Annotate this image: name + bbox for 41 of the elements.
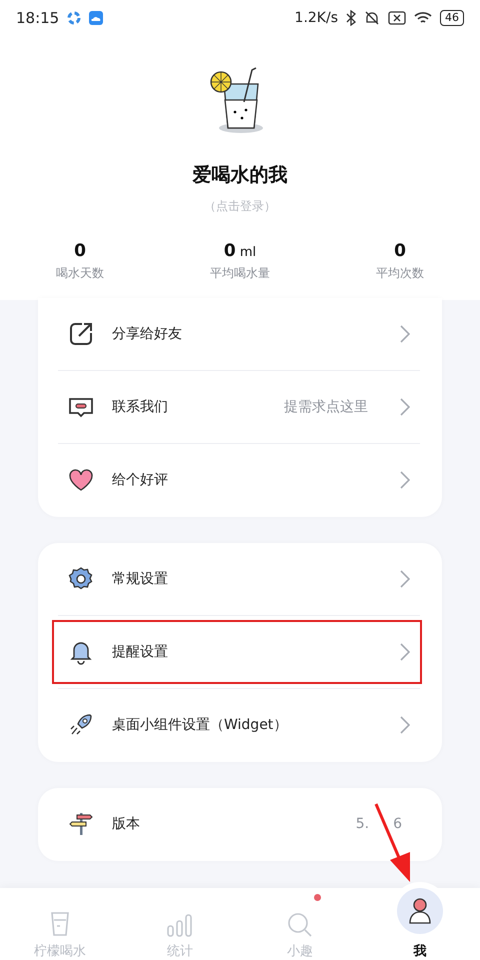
stat-label: 平均喝水量 (210, 265, 270, 282)
menu-row[interactable]: 常规设置 (58, 543, 420, 616)
menu-row[interactable]: 联系我们 提需求点这里 (58, 371, 420, 444)
search-icon (287, 912, 313, 938)
bar-chart-icon (166, 912, 194, 938)
app-icon (67, 11, 82, 25)
bluetooth-icon (346, 10, 356, 26)
menu-value: 提需求点这里 (284, 398, 368, 416)
stat-label: 喝水天数 (56, 265, 104, 282)
stat-value: 0 (394, 241, 406, 261)
nav-tab[interactable]: 我 (360, 888, 480, 960)
heart-icon (68, 467, 94, 493)
gear-icon (68, 566, 94, 592)
menu-label: 版本 (112, 815, 140, 833)
menu-value-tail: 6 (393, 816, 402, 832)
weather-icon (89, 11, 104, 25)
muted-bell-icon (364, 10, 380, 26)
menu-row[interactable]: 给个好评 (58, 444, 420, 517)
menu-row[interactable]: 桌面小组件设置（Widget） (58, 689, 420, 762)
stat-value: 0 ml (224, 241, 256, 261)
network-speed: 1.2K/s (294, 10, 338, 26)
menu-label: 桌面小组件设置（Widget） (112, 716, 288, 734)
share-icon (68, 321, 94, 347)
menu-label: 给个好评 (112, 471, 168, 489)
menu-label: 联系我们 (112, 398, 168, 416)
menu-label: 提醒设置 (112, 643, 168, 661)
menu-row[interactable]: 分享给好友 (58, 298, 420, 371)
signpost-icon (68, 811, 94, 837)
menu-value: 5. (356, 816, 370, 832)
menu-label: 分享给好友 (112, 325, 182, 343)
stat-label: 平均次数 (376, 265, 424, 282)
menu-row[interactable]: 提醒设置 (58, 616, 420, 689)
wifi-icon (414, 11, 432, 25)
sim-icon (388, 11, 406, 25)
menu-label: 常规设置 (112, 570, 168, 588)
menu-row[interactable]: 版本 5. 6 (58, 788, 420, 861)
cup-icon (49, 910, 71, 938)
status-time: 18:15 (16, 9, 60, 27)
battery-level: 46 (440, 10, 464, 26)
stat-value: 0 (74, 241, 86, 261)
profile-name: 爱喝水的我 (192, 163, 288, 188)
